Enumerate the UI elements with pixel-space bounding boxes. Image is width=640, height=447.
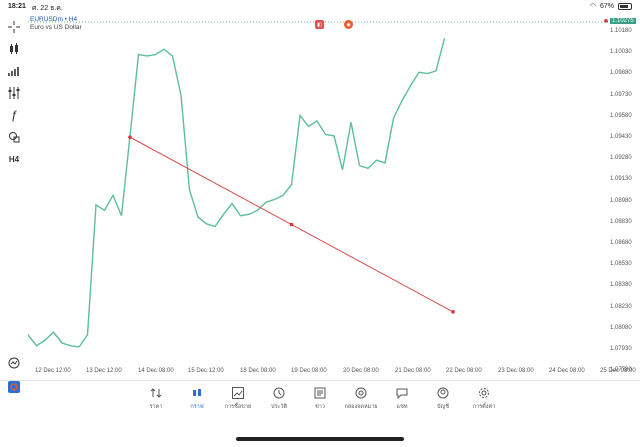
trading-signal-icon[interactable] [5, 354, 23, 372]
arrows-icon [150, 388, 162, 398]
time-tick: 24 Dec 08:00 [549, 368, 585, 374]
tab-label: ข่าว [315, 404, 325, 410]
price-tick: 1.08980 [610, 197, 632, 204]
price-tick: 1.09430 [610, 134, 632, 140]
tab-news[interactable]: ข่าว [300, 387, 340, 411]
trendline-anchor[interactable] [451, 310, 455, 314]
time-tick: 23 Dec 08:00 [498, 368, 534, 374]
tab-label: การตั้งค่า [472, 404, 496, 410]
tab-user[interactable]: บัญชี [423, 387, 463, 411]
status-date: ศ. 22 ธ.ค. [32, 5, 63, 12]
buy-chip[interactable]: ◉ [344, 20, 353, 29]
status-time: 18:21 [8, 3, 26, 10]
tab-label: กราฟ [190, 404, 204, 410]
time-tick: 12 Dec 12:00 [35, 368, 71, 374]
history-icon [273, 387, 285, 399]
user-icon [437, 387, 449, 399]
tab-label: ประวัติ [270, 404, 288, 410]
tab-chart[interactable]: การซื้อขาย [218, 387, 258, 411]
gear-icon [479, 388, 489, 398]
price-tick: 1.08530 [610, 261, 632, 268]
time-tick: 15 Dec 12:00 [188, 368, 224, 374]
chart-area[interactable] [27, 14, 640, 379]
time-tick: 20 Dec 08:00 [343, 368, 379, 374]
news-icon [314, 387, 326, 399]
sell-chip[interactable]: ◧ [315, 20, 324, 29]
tab-label: แชท [396, 404, 408, 410]
trendline-anchor[interactable] [289, 222, 294, 227]
crosshair-icon[interactable] [5, 18, 23, 36]
left-toolbar: ƒ H4 [0, 14, 28, 393]
status-right: ◠ 67% [590, 2, 632, 10]
tab-history[interactable]: ประวัติ [259, 387, 299, 411]
tab-label: ราคา [149, 404, 163, 410]
time-tick: 14 Dec 08:00 [138, 368, 174, 374]
price-tick: 1.08380 [610, 282, 632, 289]
status-bar: 18:21 ศ. 22 ธ.ค. ◠ 67% [0, 0, 640, 14]
tab-label: การซื้อขาย [224, 404, 252, 410]
current-price-label: 1.10275 [610, 18, 636, 24]
tab-label: บัญชี [437, 404, 449, 410]
price-tick: 1.09880 [610, 70, 632, 77]
price-line-series [27, 38, 446, 348]
one-click-trading: ◧ ◉ [315, 20, 353, 29]
price-tick: 1.08080 [610, 324, 632, 331]
shapes-icon[interactable] [5, 128, 23, 146]
wifi-icon: ◠ [589, 3, 596, 10]
chat-icon [396, 388, 408, 399]
tab-label: กล่องจดหมาย [344, 404, 378, 410]
price-tick: 1.10030 [610, 49, 632, 56]
at-icon [355, 387, 367, 399]
price-tick: 1.08230 [610, 303, 632, 310]
sliders-icon[interactable] [5, 84, 23, 102]
time-tick: 22 Dec 08:00 [446, 368, 482, 374]
time-tick: 13 Dec 12:00 [86, 368, 122, 374]
tab-gear[interactable]: การตั้งค่า [464, 387, 504, 411]
time-tick: 25 Dec 08:00 [600, 368, 636, 374]
symbol-name: EURUSDm • H4 [30, 16, 78, 23]
tab-candles[interactable]: กราฟ [177, 387, 217, 411]
price-tick: 1.09130 [610, 176, 632, 183]
trendline-anchor[interactable] [128, 135, 132, 139]
candles-icon [193, 389, 201, 396]
battery-icon [618, 2, 632, 10]
price-axis: 1.10275 1.10180 1.10030 1.09880 1.09730 1.09… [608, 14, 640, 379]
tab-arrows[interactable]: ราคา [136, 387, 176, 411]
time-tick: 18 Dec 08:00 [240, 368, 276, 374]
price-tick: 1.08680 [610, 240, 632, 246]
price-tick: 1.10180 [610, 28, 632, 34]
price-tick: 1.09280 [610, 155, 632, 162]
price-chart[interactable] [27, 14, 640, 366]
tab-at[interactable]: กล่องจดหมาย [341, 387, 381, 411]
price-tick: 1.09730 [610, 91, 632, 98]
price-tick: 1.08830 [610, 218, 632, 225]
price-tick: 1.07930 [610, 346, 632, 352]
indicator-icon[interactable] [5, 62, 23, 80]
symbol-description: Euro vs US Dollar [30, 24, 82, 31]
price-tick: 1.09580 [610, 112, 632, 119]
time-axis: 12 Dec 12:00 13 Dec 12:00 14 Dec 08:00 15 D… [28, 366, 640, 378]
chart-icon [232, 387, 244, 399]
home-indicator [236, 437, 404, 441]
candlestick-icon[interactable] [5, 40, 23, 58]
timeframe-button[interactable]: H4 [5, 150, 23, 168]
time-tick: 19 Dec 08:00 [291, 368, 327, 374]
tab-chat[interactable]: แชท [382, 387, 422, 411]
battery-percent: 67% [599, 2, 614, 10]
time-tick: 21 Dec 08:00 [395, 368, 431, 374]
function-icon[interactable]: ƒ [5, 106, 23, 124]
